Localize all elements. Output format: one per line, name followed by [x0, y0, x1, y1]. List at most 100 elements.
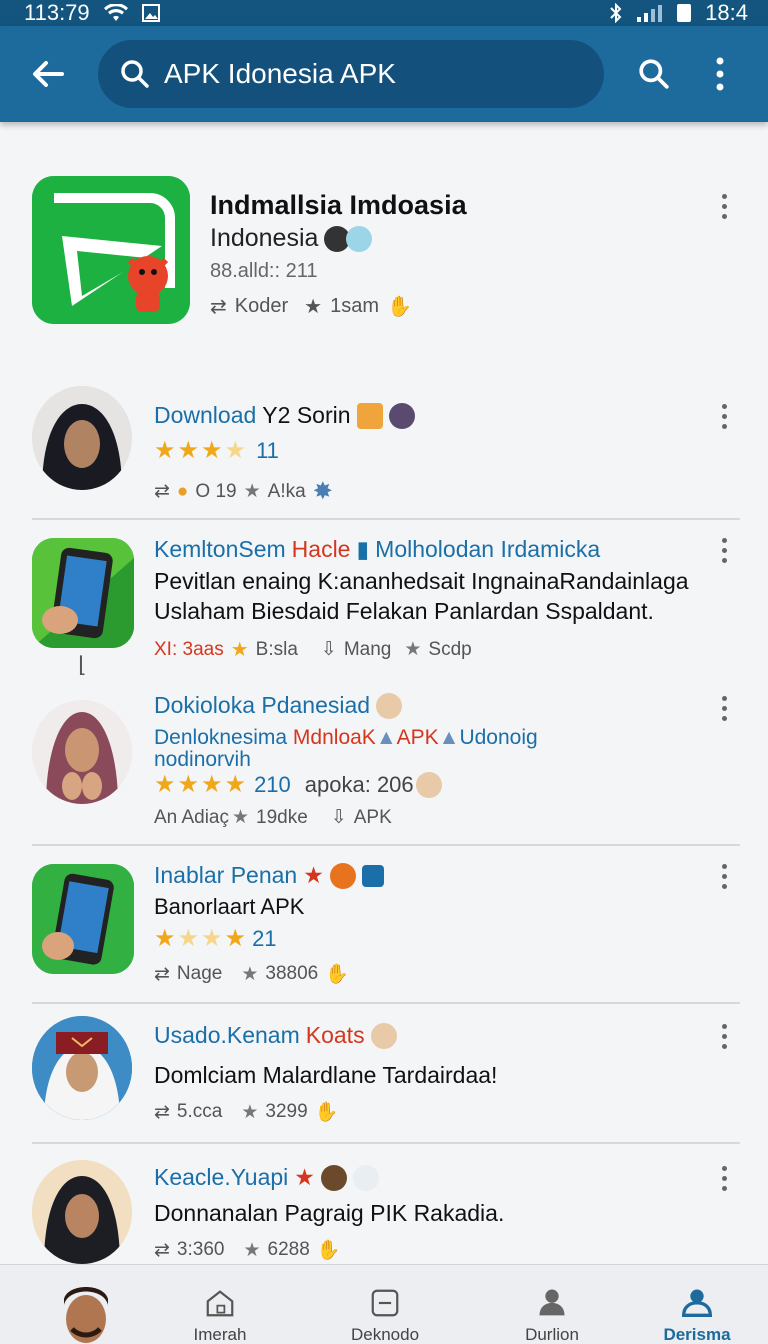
divider — [32, 844, 740, 846]
search-bar[interactable] — [98, 40, 604, 108]
phone-icon: ▮ — [356, 536, 370, 562]
item-stat-1: An Adiaç — [154, 806, 229, 828]
nav-label: Imerah — [193, 1325, 247, 1344]
item-title: KemltonSem Hacle ▮ Molholodan Irdamicka — [154, 536, 601, 562]
item-more-button[interactable] — [712, 398, 736, 434]
rating-count: 11 — [256, 437, 279, 463]
item-description: Pevitlan enaing K:ananhedsait IngnainaRa… — [154, 568, 689, 594]
list-item[interactable]: Keacle.Yuapi ★ Donnanalan Pagraig PIK Ra… — [32, 1158, 744, 1264]
more-vertical-icon — [716, 57, 724, 91]
featured-app-icon — [32, 176, 190, 324]
item-more-button[interactable] — [712, 1160, 736, 1196]
search-button[interactable] — [626, 46, 682, 102]
item-tags: Denloknesima MdnloaK▲APK▲Udonoig — [154, 726, 538, 749]
search-input[interactable] — [164, 58, 564, 90]
item-subtag: nodinorvih — [154, 748, 251, 771]
rating-count: 21 — [252, 925, 277, 951]
list-item[interactable]: KemltonSem Hacle ▮ Molholodan Irdamicka P… — [32, 536, 744, 677]
share-icon: ⇄ — [210, 296, 227, 318]
rating: ★ ★ ★ ★ 21 — [154, 925, 277, 952]
divider — [32, 1142, 740, 1144]
hand-icon: ✋ — [386, 296, 412, 318]
star-icon: ★ — [294, 1164, 315, 1190]
rating: ★ ★ ★ ★ 210 apoka: 206 — [154, 770, 442, 799]
item-stat-1: O 19 — [195, 480, 237, 502]
star-icon: ★ — [241, 1101, 259, 1123]
nav-label: Derisma — [663, 1325, 731, 1344]
status-time-right: 18:4 — [705, 0, 748, 25]
rating-extra: apoka: 206 — [304, 771, 414, 797]
wifi-icon — [103, 4, 128, 21]
user-circle-icon — [681, 1289, 713, 1317]
home-icon — [206, 1290, 234, 1317]
app-bar — [0, 26, 768, 122]
list-item[interactable]: Download Y2 Sorin ★ ★ ★ ★ 11 ⇄ ● O 19 ★ A!ka… — [32, 384, 744, 505]
divider — [32, 1002, 740, 1004]
item-more-button[interactable] — [712, 858, 736, 894]
starburst-icon: ✸ — [312, 478, 333, 505]
item-title: Keacle.Yuapi ★ — [154, 1164, 379, 1191]
nav-label: Deknodo — [350, 1325, 420, 1344]
minus-square-icon — [371, 1289, 399, 1317]
item-description: Donnanalan Pagraig PIK Rakadia. — [154, 1200, 505, 1226]
search-icon — [639, 59, 669, 89]
item-stat-3: Mang — [343, 638, 392, 660]
face-badge-icon — [346, 225, 373, 252]
featured-more-button[interactable] — [712, 188, 736, 224]
item-stat-1: Nage — [176, 963, 223, 984]
item-more-button[interactable] — [712, 1018, 736, 1054]
face-badge-icon — [352, 1164, 379, 1191]
hand-icon: ✋ — [316, 1240, 341, 1261]
nav-account[interactable]: Derisma — [627, 1265, 767, 1344]
user-icon — [539, 1289, 565, 1316]
nav-profile[interactable]: Durlion — [482, 1265, 622, 1344]
app-logo-icon — [32, 176, 190, 324]
item-stat-1: 5.cca — [176, 1101, 223, 1122]
star-icon: ★ — [304, 296, 323, 318]
overflow-menu-button[interactable] — [692, 46, 748, 102]
nav-home[interactable]: Imerah — [150, 1265, 290, 1344]
item-title: Dokioloka Pdanesiad — [154, 692, 403, 719]
star-icon: ★ — [230, 639, 249, 661]
list-item[interactable]: Usado.Kenam Koats Domlciam Malardlane Tar… — [32, 1016, 744, 1128]
star-icon: ★ — [404, 639, 422, 660]
profile-avatar[interactable] — [40, 1279, 132, 1344]
avatar — [32, 386, 132, 490]
thumbs-icon: ⇩ — [320, 639, 337, 660]
back-button[interactable] — [20, 46, 76, 102]
share-icon: ⇄ — [154, 963, 170, 985]
star-icon: ★ — [243, 481, 261, 502]
item-stats: ⇄ Nage ★ 38806 ✋ — [154, 962, 349, 986]
face-badge-icon — [320, 1164, 347, 1191]
avatar — [32, 1160, 132, 1264]
featured-app-card[interactable]: Indmallsia Imdoasia Indonesia 88.alld:: … — [32, 176, 744, 326]
item-stat-2: 6288 — [267, 1239, 310, 1260]
face-badge-icon — [388, 402, 415, 429]
battery-icon — [677, 4, 692, 22]
item-stat-1: 3:360 — [176, 1239, 225, 1260]
featured-app-meta: 88.alld:: 211 — [210, 260, 318, 282]
list-item[interactable]: Inablar Penan ★ Banorlaart APK ★ ★ ★ ★ 21 ⇄… — [32, 862, 744, 992]
avatar — [32, 700, 132, 804]
item-stat-4: Scdp — [428, 638, 472, 660]
item-title: Usado.Kenam Koats — [154, 1022, 397, 1049]
featured-app-subtitle: Indonesia — [210, 224, 373, 253]
featured-app-subtitle-text: Indonesia — [210, 224, 319, 252]
face-badge-icon — [415, 771, 442, 798]
star-icon: ★ — [243, 1239, 261, 1261]
nav-label: Durlion — [525, 1325, 579, 1344]
item-more-button[interactable] — [712, 690, 736, 726]
status-bar: 113:79 18:4 — [0, 0, 768, 26]
bottom-navigation: Imerah Deknodo Durlion Derisma — [0, 1264, 768, 1344]
rating-count: 210 — [254, 771, 291, 797]
nav-downloads[interactable]: Deknodo — [315, 1265, 455, 1344]
info-badge-icon — [361, 864, 384, 887]
featured-app-stats: ⇄ Koder ★ 1sam ✋ — [210, 294, 412, 319]
avatar — [32, 1016, 132, 1120]
box-badge-icon — [356, 402, 383, 429]
item-title: Inablar Penan ★ — [154, 862, 384, 889]
featured-stat-1: Koder — [234, 295, 289, 317]
list-item[interactable]: Dokioloka Pdanesiad Denloknesima MdnloaK… — [32, 690, 744, 830]
share-icon: ⇄ — [154, 481, 170, 502]
item-more-button[interactable] — [712, 532, 736, 568]
